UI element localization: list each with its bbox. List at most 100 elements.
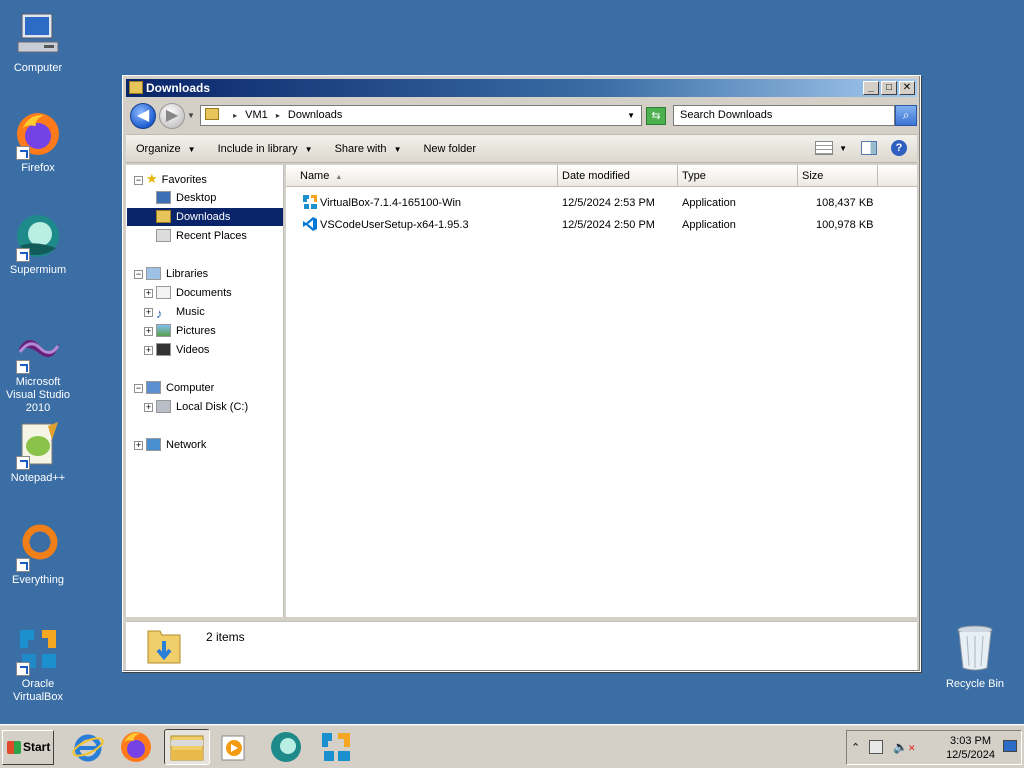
include-in-library-menu[interactable]: Include in library ▼ [218, 143, 313, 155]
taskbar-explorer[interactable] [164, 729, 210, 765]
expand-icon[interactable]: + [144, 308, 153, 317]
system-tray: ⌃ 🔈✕ 3:03 PM 12/5/2024 [846, 730, 1022, 765]
desktop-icon-label: Oracle VirtualBox [13, 678, 63, 703]
nav-libraries[interactable]: − Libraries [134, 265, 208, 283]
taskbar-firefox[interactable] [118, 729, 154, 765]
expand-icon[interactable]: + [144, 346, 153, 355]
vscode-icon [303, 217, 317, 231]
desktop-icon-computer[interactable]: Computer [0, 10, 76, 75]
new-folder-button[interactable]: New folder [423, 143, 476, 155]
breadcrumb-separator-icon[interactable]: ▸ [233, 111, 237, 120]
shortcut-arrow-icon [16, 558, 30, 572]
file-list: Name ▲ Date modified Type Size VirtualBox… [286, 165, 917, 617]
nav-music[interactable]: + ♪ Music [144, 303, 205, 321]
internet-explorer-icon [72, 734, 104, 762]
expand-icon[interactable]: + [144, 327, 153, 336]
desktop-icon-label: Microsoft Visual Studio 2010 [5, 376, 70, 414]
taskbar-virtualbox[interactable] [318, 729, 354, 765]
search-icon[interactable]: ⌕ [895, 105, 917, 126]
preview-pane-icon[interactable] [861, 141, 877, 155]
show-desktop-icon[interactable] [1003, 740, 1017, 752]
desktop-icon-label: Firefox [21, 162, 55, 174]
desktop-icon-notepadpp[interactable]: Notepad++ [0, 420, 76, 485]
clock[interactable]: 3:03 PM 12/5/2024 [946, 734, 995, 762]
file-date: 12/5/2024 2:53 PM [562, 197, 655, 209]
virtualbox-icon [322, 733, 350, 761]
minimize-button[interactable]: _ [863, 81, 879, 95]
change-view-icon[interactable] [815, 141, 834, 155]
desktop-icon-recycle-bin[interactable]: Recycle Bin [940, 624, 1010, 690]
desktop-icon-virtualbox[interactable]: Oracle VirtualBox [0, 626, 76, 704]
file-size: 100,978 KB [816, 219, 874, 231]
file-name: VSCodeUserSetup-x64-1.95.3 [320, 219, 469, 231]
view-dropdown-icon[interactable]: ▼ [839, 144, 847, 153]
breadcrumb-separator-icon[interactable]: ▸ [276, 111, 280, 120]
desktop-icon [156, 191, 171, 204]
nav-recent-places[interactable]: Recent Places [156, 227, 247, 245]
share-with-menu[interactable]: Share with ▼ [335, 143, 402, 155]
collapse-icon[interactable]: − [134, 384, 143, 393]
expand-icon[interactable]: + [144, 403, 153, 412]
address-row: ◀ ▶ ▼ ▸ VM1 ▸ Downloads ▼ ⇆ Search Downl… [126, 101, 917, 131]
desktop-icon-visual-studio[interactable]: Microsoft Visual Studio 2010 [0, 324, 76, 415]
address-dropdown-icon[interactable]: ▼ [627, 106, 635, 125]
taskbar-media-player[interactable] [216, 729, 252, 765]
desktop-icon-everything[interactable]: Everything [0, 522, 76, 587]
column-header-date[interactable]: Date modified [558, 165, 678, 187]
maximize-button[interactable]: □ [881, 81, 897, 95]
command-bar: Organize ▼ Include in library ▼ Share with… [126, 134, 917, 163]
nav-favorites[interactable]: − ★ Favorites [134, 170, 207, 188]
column-header-size[interactable]: Size [798, 165, 878, 187]
back-button[interactable]: ◀ [130, 103, 156, 129]
breadcrumb-vm1[interactable]: VM1 [245, 109, 268, 121]
shortcut-arrow-icon [16, 248, 30, 262]
virtualbox-icon [303, 195, 317, 209]
search-input[interactable]: Search Downloads [673, 105, 895, 126]
recent-pages-dropdown-icon[interactable]: ▼ [187, 111, 195, 120]
title-bar[interactable]: Downloads _ □ ✕ [126, 79, 917, 97]
recent-places-icon [156, 229, 171, 242]
pictures-icon [156, 324, 171, 337]
details-pane: 2 items [126, 621, 917, 670]
breadcrumb-downloads[interactable]: Downloads [288, 109, 342, 121]
column-header-name[interactable]: Name ▲ [286, 165, 558, 187]
downloads-folder-icon [205, 108, 219, 120]
taskbar-supermium[interactable] [268, 729, 304, 765]
nav-desktop[interactable]: Desktop [156, 189, 216, 207]
window-title: Downloads [146, 81, 211, 95]
nav-documents[interactable]: + Documents [144, 284, 232, 302]
nav-pictures[interactable]: + Pictures [144, 322, 216, 340]
nav-computer[interactable]: − Computer [134, 379, 214, 397]
desktop-icon-firefox[interactable]: Firefox [0, 110, 76, 175]
collapse-icon[interactable]: − [134, 270, 143, 279]
videos-icon [156, 343, 171, 356]
start-button[interactable]: Start [2, 730, 54, 765]
table-row[interactable]: VirtualBox-7.1.4-165100-Win 12/5/2024 2:… [286, 193, 917, 213]
taskbar-internet-explorer[interactable] [70, 729, 106, 765]
recycle-bin-label: Recycle Bin [945, 678, 1005, 690]
desktop-icon-supermium[interactable]: Supermium [0, 212, 76, 277]
desktop-icon-label: Notepad++ [10, 472, 66, 484]
organize-menu[interactable]: Organize ▼ [136, 143, 196, 155]
help-icon[interactable]: ? [891, 140, 907, 156]
expand-icon[interactable]: + [144, 289, 153, 298]
nav-downloads[interactable]: Downloads [127, 208, 283, 226]
expand-icon[interactable]: + [134, 441, 143, 450]
collapse-icon[interactable]: − [134, 176, 143, 185]
file-name: VirtualBox-7.1.4-165100-Win [320, 197, 462, 209]
volume-muted-icon[interactable]: 🔈✕ [893, 740, 916, 754]
shortcut-arrow-icon [16, 146, 30, 160]
nav-videos[interactable]: + Videos [144, 341, 209, 359]
nav-network[interactable]: + Network [134, 436, 206, 454]
virtualbox-icon [14, 626, 62, 676]
close-button[interactable]: ✕ [899, 81, 915, 95]
nav-local-disk[interactable]: + Local Disk (C:) [144, 398, 248, 416]
star-icon: ★ [146, 171, 158, 186]
table-row[interactable]: VSCodeUserSetup-x64-1.95.3 12/5/2024 2:5… [286, 215, 917, 235]
network-icon[interactable] [869, 740, 883, 754]
show-hidden-icons-icon[interactable]: ⌃ [851, 741, 860, 754]
refresh-button[interactable]: ⇆ [646, 107, 666, 125]
column-header-type[interactable]: Type [678, 165, 798, 187]
address-bar[interactable]: ▸ VM1 ▸ Downloads ▼ [200, 105, 642, 126]
forward-button[interactable]: ▶ [159, 103, 185, 129]
